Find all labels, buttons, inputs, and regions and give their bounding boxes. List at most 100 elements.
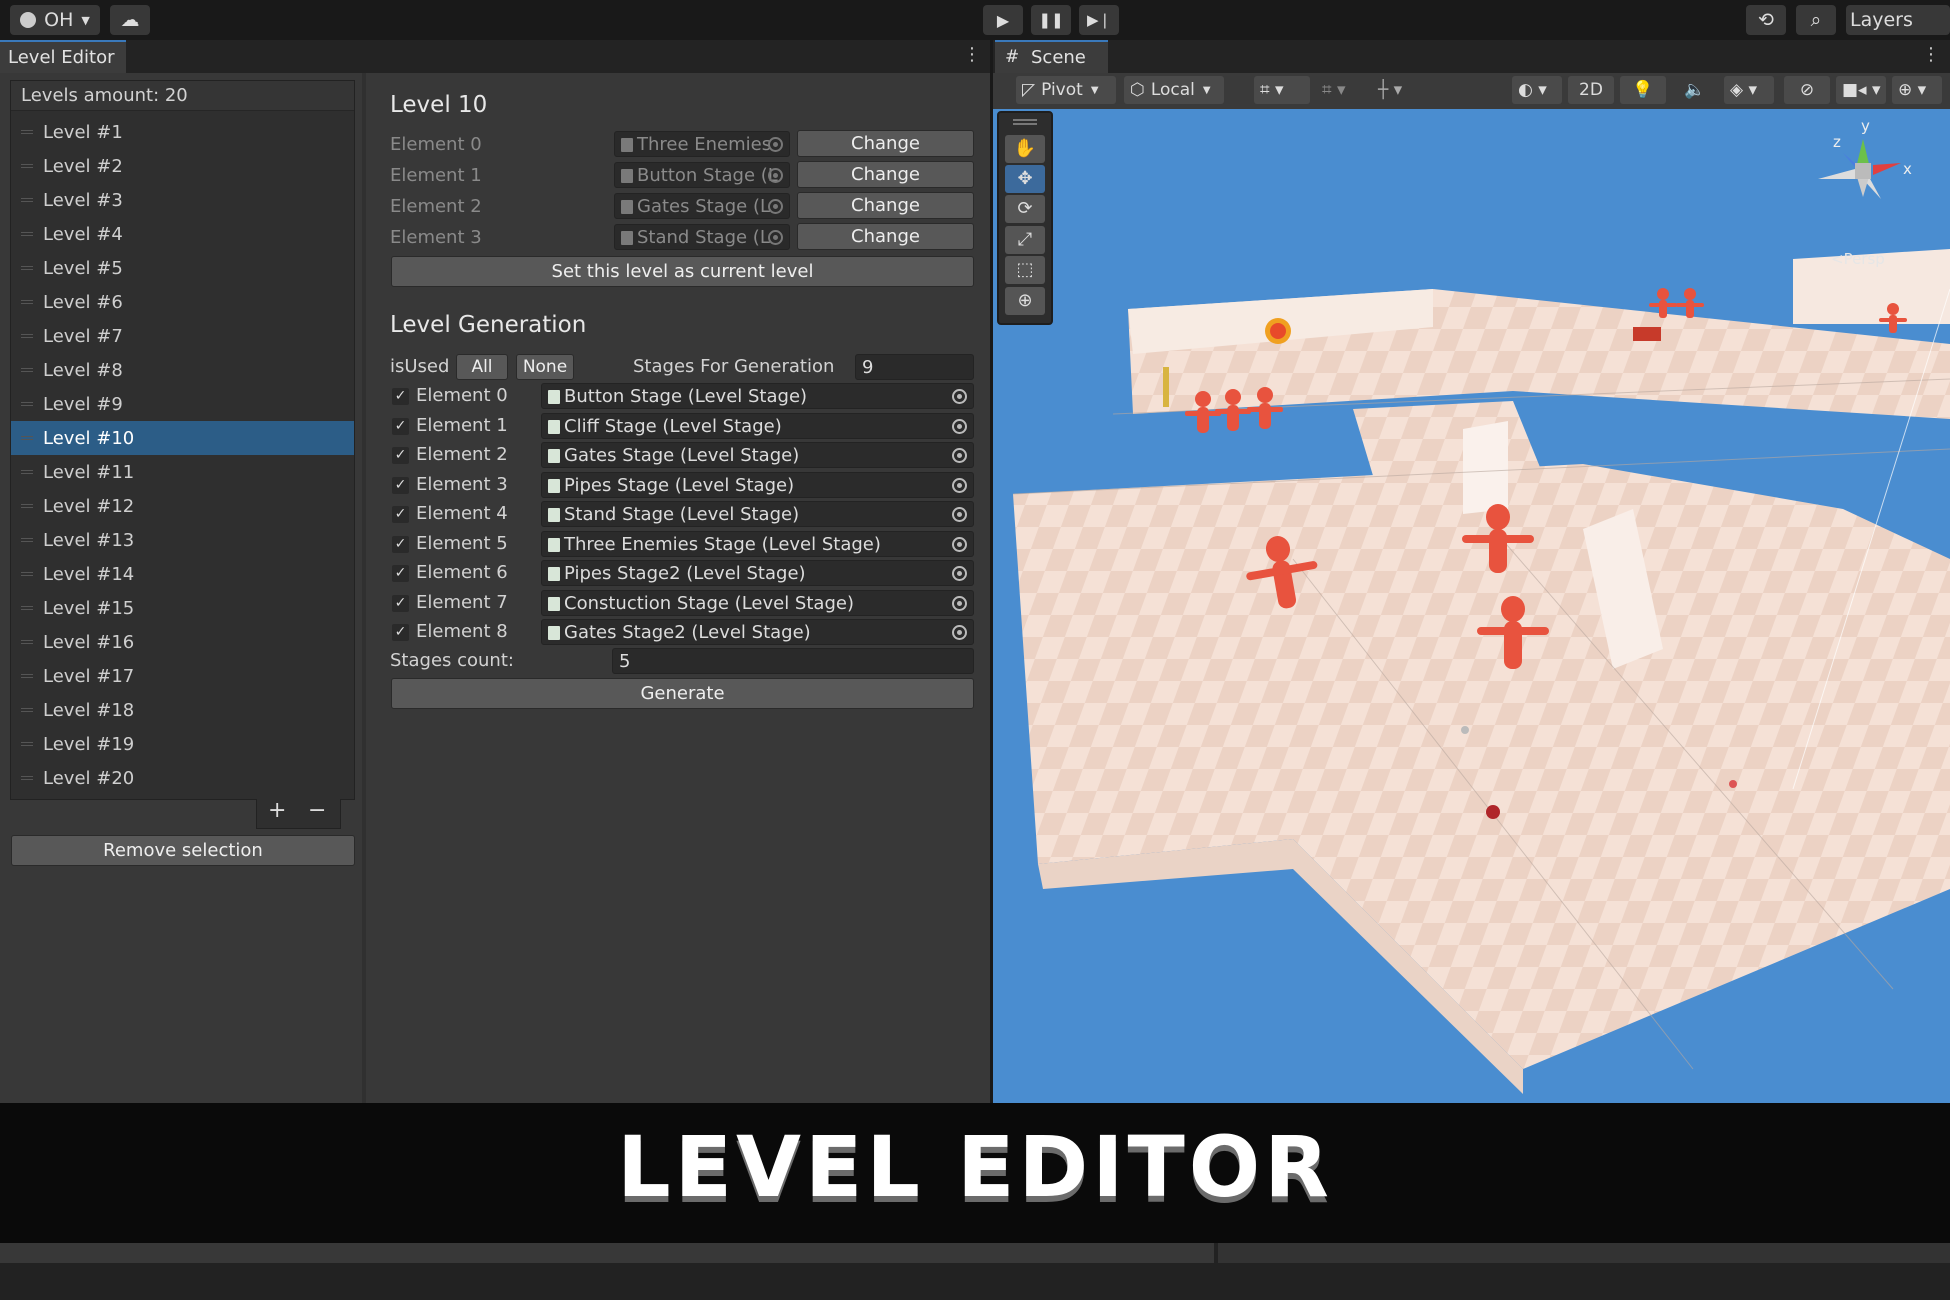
drag-grip-icon[interactable] [21, 232, 33, 236]
list-item[interactable]: Level #16 [11, 625, 354, 659]
list-item[interactable]: Level #4 [11, 217, 354, 251]
hand-tool-icon[interactable]: ✋ [1005, 135, 1045, 163]
history-button[interactable]: ⟲ [1746, 5, 1786, 35]
drag-grip-icon[interactable] [21, 436, 33, 440]
object-picker-icon[interactable] [952, 566, 967, 581]
change-button[interactable]: Change [797, 161, 974, 188]
list-item[interactable]: Level #9 [11, 387, 354, 421]
search-button[interactable]: ⌕ [1796, 5, 1836, 35]
drag-grip-icon[interactable] [21, 470, 33, 474]
list-item[interactable]: Level #2 [11, 149, 354, 183]
element-object-field[interactable]: Stand Stage (L [614, 224, 790, 250]
element-object-field[interactable]: Gates Stage (L [614, 193, 790, 219]
object-picker-icon[interactable] [768, 230, 783, 245]
object-picker-icon[interactable] [952, 477, 967, 493]
grid-visibility-button[interactable]: ⌗ ▾ [1316, 76, 1366, 104]
stage-object-field[interactable]: Constuction Stage (Level Stage) [541, 589, 974, 616]
grid-snap-button[interactable]: ⌗ ▾ [1254, 76, 1310, 104]
element-object-field[interactable]: Button Stage (L [614, 162, 790, 188]
list-item[interactable]: Level #11 [11, 455, 354, 489]
tab-scene[interactable]: # Scene [995, 40, 1108, 73]
list-item[interactable]: Level #10 [11, 421, 354, 455]
object-picker-icon[interactable] [952, 595, 967, 611]
move-tool-icon[interactable]: ✥ [1005, 165, 1045, 193]
remove-selection-button[interactable]: Remove selection [11, 835, 355, 866]
drag-handle-icon[interactable] [1013, 119, 1037, 125]
is-used-checkbox[interactable]: ✓ [392, 594, 409, 612]
list-item[interactable]: Level #8 [11, 353, 354, 387]
is-used-checkbox[interactable]: ✓ [392, 624, 409, 641]
list-item[interactable]: Level #1 [11, 115, 354, 149]
change-button[interactable]: Change [797, 223, 974, 250]
drag-grip-icon[interactable] [21, 708, 33, 712]
scene-visibility-button[interactable]: ⊘ [1784, 76, 1830, 104]
object-picker-icon[interactable] [768, 168, 783, 183]
add-level-button[interactable]: + [268, 798, 286, 823]
lighting-button[interactable]: 💡 [1620, 76, 1666, 104]
effects-button[interactable]: ◈ ▾ [1724, 76, 1774, 104]
account-dropdown[interactable]: OH ▼ [10, 5, 100, 35]
list-item[interactable]: Level #6 [11, 285, 354, 319]
stage-object-field[interactable]: Stand Stage (Level Stage) [541, 501, 974, 527]
remove-level-button[interactable]: − [308, 798, 326, 823]
is-used-checkbox[interactable]: ✓ [392, 447, 409, 464]
stage-object-field[interactable]: Cliff Stage (Level Stage) [541, 412, 974, 439]
gizmos-button[interactable]: ⊕ ▾ [1892, 76, 1942, 104]
step-button[interactable]: ▶❘ [1079, 5, 1119, 35]
transform-tool-icon[interactable]: ⊕ [1005, 287, 1045, 315]
is-used-checkbox[interactable]: ✓ [392, 476, 409, 494]
drag-grip-icon[interactable] [21, 130, 33, 134]
object-picker-icon[interactable] [952, 507, 967, 522]
change-button[interactable]: Change [797, 192, 974, 219]
drag-grip-icon[interactable] [21, 640, 33, 644]
camera-button[interactable]: ■◂ ▾ [1836, 76, 1886, 104]
rotate-tool-icon[interactable]: ⟳ [1005, 195, 1045, 223]
cloud-button[interactable]: ☁ [110, 5, 150, 35]
orientation-gizmo[interactable]: y x z [1818, 117, 1912, 199]
object-picker-icon[interactable] [952, 448, 967, 463]
object-picker-icon[interactable] [768, 137, 783, 152]
scene-viewport[interactable]: y x z <Persp [993, 109, 1950, 1103]
drag-grip-icon[interactable] [21, 776, 33, 780]
is-used-checkbox[interactable]: ✓ [392, 565, 409, 582]
play-button[interactable]: ▶ [983, 5, 1023, 35]
is-used-checkbox[interactable]: ✓ [392, 388, 409, 405]
stages-for-generation-field[interactable]: 9 [855, 354, 974, 380]
drag-grip-icon[interactable] [21, 266, 33, 270]
layers-dropdown[interactable]: Layers [1846, 5, 1950, 35]
list-item[interactable]: Level #5 [11, 251, 354, 285]
drag-grip-icon[interactable] [21, 368, 33, 372]
draw-mode-button[interactable]: ◐ ▾ [1512, 76, 1562, 104]
is-used-checkbox[interactable]: ✓ [392, 506, 409, 523]
projection-label[interactable]: <Persp [1831, 250, 1885, 268]
is-used-checkbox[interactable]: ✓ [392, 417, 409, 435]
drag-grip-icon[interactable] [21, 742, 33, 746]
list-item[interactable]: Level #20 [11, 761, 354, 795]
drag-grip-icon[interactable] [21, 334, 33, 338]
select-none-button[interactable]: None [516, 354, 574, 380]
pivot-dropdown[interactable]: ◸ Pivot ▼ [1016, 76, 1116, 104]
audio-button[interactable]: 🔈 [1672, 76, 1718, 104]
list-item[interactable]: Level #14 [11, 557, 354, 591]
object-picker-icon[interactable] [768, 199, 783, 214]
set-current-level-button[interactable]: Set this level as current level [391, 256, 974, 287]
drag-grip-icon[interactable] [21, 674, 33, 678]
rect-tool-icon[interactable]: ⬚ [1005, 256, 1045, 284]
scale-tool-icon[interactable]: ⤢ [1005, 226, 1045, 254]
list-item[interactable]: Level #12 [11, 489, 354, 523]
stage-object-field[interactable]: Button Stage (Level Stage) [541, 383, 974, 409]
toggle-2d-button[interactable]: 2D [1568, 76, 1614, 104]
object-picker-icon[interactable] [952, 536, 967, 552]
drag-grip-icon[interactable] [21, 538, 33, 542]
drag-grip-icon[interactable] [21, 504, 33, 508]
drag-grip-icon[interactable] [21, 198, 33, 202]
stage-object-field[interactable]: Pipes Stage (Level Stage) [541, 471, 974, 498]
pause-button[interactable]: ❚❚ [1031, 5, 1071, 35]
change-button[interactable]: Change [797, 130, 974, 157]
stage-object-field[interactable]: Pipes Stage2 (Level Stage) [541, 560, 974, 586]
drag-grip-icon[interactable] [21, 572, 33, 576]
select-all-button[interactable]: All [456, 354, 508, 380]
stage-object-field[interactable]: Three Enemies Stage (Level Stage) [541, 530, 974, 557]
drag-grip-icon[interactable] [21, 402, 33, 406]
drag-grip-icon[interactable] [21, 164, 33, 168]
